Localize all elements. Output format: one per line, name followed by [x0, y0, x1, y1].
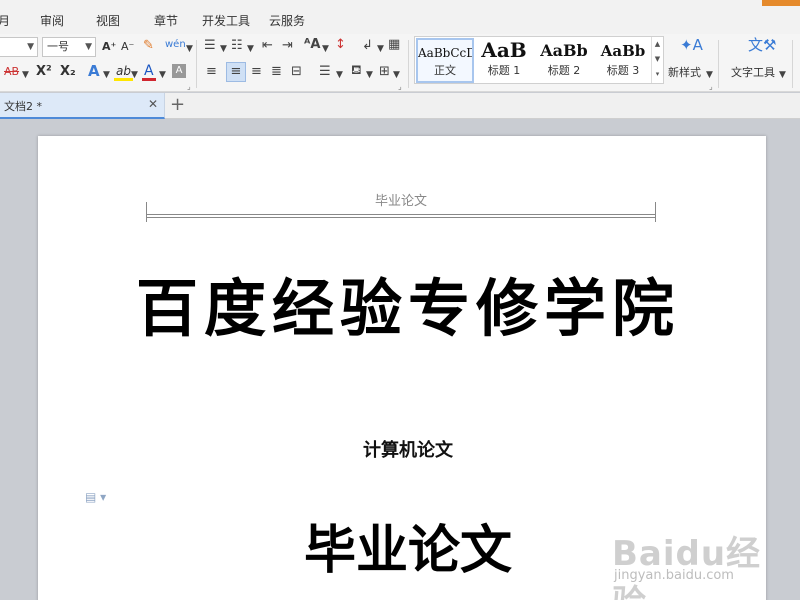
chevron-down-icon[interactable]: ▼: [706, 67, 713, 83]
header-margin-marker: [655, 202, 656, 222]
add-tab-icon[interactable]: +: [170, 94, 185, 116]
gallery-more-icon[interactable]: ▾: [652, 67, 663, 82]
borders-icon[interactable]: ⊞: [379, 64, 390, 80]
style-label: 标题 3: [606, 64, 640, 77]
paint-bucket-icon[interactable]: ⛾: [351, 63, 362, 79]
table-border-icon[interactable]: ▦: [388, 37, 400, 53]
shrink-font-button[interactable]: A⁻: [119, 39, 136, 57]
style-label: 标题 2: [547, 64, 581, 77]
style-preview: AaBb: [600, 42, 646, 60]
styles-dialog-launcher-icon[interactable]: ⌟: [709, 82, 713, 91]
paragraph-layout-icon[interactable]: ▤ ▾: [85, 490, 106, 504]
line-spacing-icon[interactable]: ☰: [319, 64, 331, 80]
style-label: 正文: [434, 64, 456, 77]
header-margin-marker: [146, 202, 147, 222]
font-color-button[interactable]: A: [142, 63, 156, 81]
chevron-down-icon[interactable]: ▼: [220, 41, 227, 57]
style-preview: AaBbCcD: [418, 46, 472, 60]
numbered-list-icon[interactable]: ☷: [231, 38, 243, 54]
document-tab-name: 文档2 *: [4, 100, 42, 113]
new-style-icon[interactable]: ✦A: [680, 37, 703, 53]
font-size-select[interactable]: 一号 ▼: [42, 37, 96, 57]
chevron-up-icon[interactable]: ▲: [652, 37, 663, 52]
grow-font-button[interactable]: A⁺: [100, 39, 118, 57]
style-normal[interactable]: AaBbCcD 正文: [416, 38, 474, 83]
style-heading-1[interactable]: AaB 标题 1: [477, 38, 531, 83]
phonetic-guide-icon[interactable]: wén: [165, 37, 186, 53]
gallery-scrollbar[interactable]: ▲ ▼ ▾: [651, 37, 663, 83]
tab-chapter[interactable]: 章节: [154, 12, 178, 29]
chevron-down-icon[interactable]: ▼: [247, 41, 254, 57]
tab-view[interactable]: 视图: [96, 12, 120, 29]
change-case-icon[interactable]: ᴬA: [304, 37, 320, 53]
chevron-down-icon[interactable]: ▼: [336, 67, 343, 83]
style-preview: AaB: [481, 38, 527, 62]
font-dialog-launcher-icon[interactable]: ⌟: [187, 82, 191, 91]
clear-format-icon[interactable]: ✎: [143, 38, 154, 54]
chevron-down-icon[interactable]: ▼: [366, 67, 373, 83]
strikethrough-button[interactable]: AB: [2, 64, 21, 82]
text-effect-button[interactable]: A: [86, 63, 102, 81]
sort-icon[interactable]: ↕: [335, 37, 346, 53]
ribbon: ▼ 一号 ▼ A⁺ A⁻ ✎ wén ▼ AB ▼ X² X₂ A ▼ ab ▼…: [0, 34, 800, 92]
tab-developer[interactable]: 开发工具: [202, 12, 250, 29]
ribbon-separator: [792, 40, 793, 88]
distribute-icon[interactable]: ⊟: [291, 64, 302, 80]
superscript-button[interactable]: X²: [34, 64, 54, 82]
watermark-url: jingyan.baidu.com: [614, 568, 734, 583]
paragraph-dialog-launcher-icon[interactable]: ⌟: [398, 82, 402, 91]
align-right-icon[interactable]: ≡: [251, 64, 262, 80]
chevron-down-icon[interactable]: ▼: [186, 41, 193, 57]
chevron-down-icon[interactable]: ▼: [393, 67, 400, 83]
ribbon-separator: [718, 40, 719, 88]
bullet-list-icon[interactable]: ☰: [204, 38, 216, 54]
styles-gallery: AaBbCcD 正文 AaB 标题 1 AaBb 标题 2 AaBb 标题 3 …: [414, 36, 664, 84]
style-label: 标题 1: [487, 64, 521, 77]
decrease-indent-icon[interactable]: ⇤: [262, 38, 273, 54]
text-tools-button[interactable]: 文字工具: [731, 65, 775, 83]
chevron-down-icon[interactable]: ▼: [322, 41, 329, 57]
document-subtitle[interactable]: 计算机论文: [38, 436, 778, 462]
chevron-down-icon: ▼: [85, 42, 92, 52]
baidu-watermark: Baidu经验 jingyan.baidu.com: [612, 520, 792, 600]
tab-reference[interactable]: 月: [0, 12, 10, 29]
style-heading-2[interactable]: AaBb 标题 2: [535, 38, 593, 83]
chevron-down-icon[interactable]: ▼: [652, 52, 663, 67]
font-size-value: 一号: [47, 40, 69, 53]
watermark-logo-text: Baidu经验: [612, 534, 762, 600]
chevron-down-icon[interactable]: ▼: [779, 67, 786, 83]
style-heading-3[interactable]: AaBb 标题 3: [595, 38, 651, 83]
increase-indent-icon[interactable]: ⇥: [282, 38, 293, 54]
style-preview: AaBb: [540, 41, 588, 60]
tab-cloud[interactable]: 云服务: [269, 12, 305, 29]
chevron-down-icon[interactable]: ▼: [131, 67, 138, 83]
font-name-select[interactable]: ▼: [0, 37, 38, 57]
align-justify-icon[interactable]: ≣: [271, 64, 282, 80]
chevron-down-icon[interactable]: ▼: [377, 41, 384, 57]
character-shading-button[interactable]: A: [172, 64, 186, 78]
window-corner-decoration: [762, 0, 800, 6]
tab-review[interactable]: 审阅: [40, 12, 64, 29]
document-title[interactable]: 百度经验专修学院: [38, 258, 778, 348]
page-header-text[interactable]: 毕业论文: [146, 190, 656, 209]
ribbon-separator: [408, 40, 409, 88]
ribbon-separator: [196, 40, 197, 88]
chevron-down-icon[interactable]: ▼: [103, 67, 110, 83]
header-double-line: [146, 214, 656, 218]
paragraph-mark-icon[interactable]: ↲: [362, 38, 373, 54]
chevron-down-icon: ▼: [27, 42, 34, 52]
document-tab[interactable]: 文档2 * ✕: [0, 93, 165, 119]
text-tools-icon[interactable]: 文⚒: [748, 37, 776, 53]
chevron-down-icon[interactable]: ▼: [159, 67, 166, 83]
menu-bar: 月 审阅 视图 章节 开发工具 云服务: [0, 0, 800, 34]
align-center-icon[interactable]: ≡: [226, 62, 246, 82]
align-left-icon[interactable]: ≡: [206, 64, 217, 80]
subscript-button[interactable]: X₂: [58, 64, 78, 82]
new-style-button[interactable]: 新样式: [668, 65, 701, 83]
close-icon[interactable]: ✕: [148, 97, 158, 111]
document-tab-bar: 文档2 * ✕ +: [0, 93, 800, 119]
chevron-down-icon[interactable]: ▼: [22, 67, 29, 83]
